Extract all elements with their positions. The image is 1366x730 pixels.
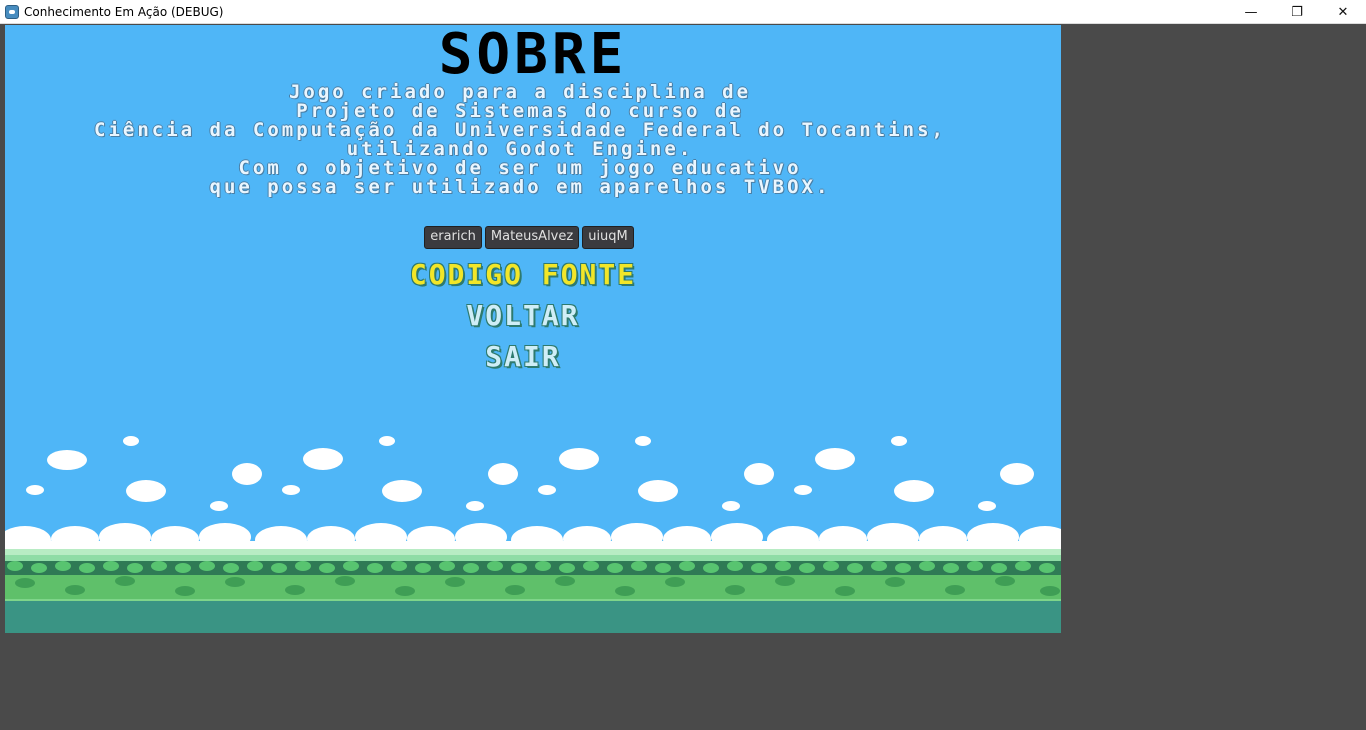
game-viewport: SOBRE Jogo criado para a disciplina de P… bbox=[5, 25, 1061, 633]
source-code-button[interactable]: CODIGO FONTE bbox=[5, 258, 1041, 291]
screen-title: SOBRE bbox=[438, 25, 628, 87]
restore-button[interactable]: ❐ bbox=[1274, 0, 1320, 24]
godot-app-icon bbox=[5, 4, 19, 19]
minimize-button[interactable]: — bbox=[1228, 0, 1274, 24]
window-title: Conhecimento Em Ação (DEBUG) bbox=[24, 4, 224, 19]
back-button[interactable]: VOLTAR bbox=[5, 299, 1041, 332]
window-titlebar[interactable]: Conhecimento Em Ação (DEBUG) — ❐ ✕ bbox=[0, 0, 1366, 24]
sky-clouds bbox=[26, 436, 1034, 511]
author-link-mateusalvez[interactable]: MateusAlvez bbox=[484, 226, 580, 249]
close-button[interactable]: ✕ bbox=[1320, 0, 1366, 24]
author-link-uiuqm[interactable]: uiuqM bbox=[582, 226, 634, 249]
exit-button[interactable]: SAIR bbox=[5, 340, 1041, 373]
author-link-erarich[interactable]: erarich bbox=[424, 226, 482, 249]
description-line: que possa ser utilizado em aparelhos TVB… bbox=[209, 176, 831, 198]
window-controls: — ❐ ✕ bbox=[1228, 0, 1366, 24]
authors-row: erarich MateusAlvez uiuqM bbox=[5, 226, 1061, 249]
about-description: Jogo criado para a disciplina de Projeto… bbox=[5, 83, 1035, 197]
